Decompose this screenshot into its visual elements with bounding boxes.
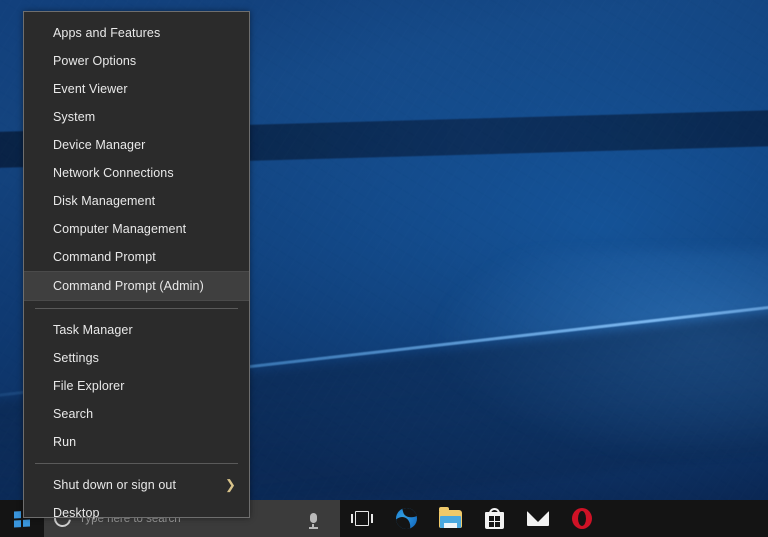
menu-item-label: Shut down or sign out <box>53 478 177 492</box>
menu-item-power-options[interactable]: Power Options <box>24 47 249 75</box>
menu-item-settings[interactable]: Settings <box>24 344 249 372</box>
menu-item-file-explorer[interactable]: File Explorer <box>24 372 249 400</box>
menu-item-network-connections[interactable]: Network Connections <box>24 159 249 187</box>
menu-item-device-manager[interactable]: Device Manager <box>24 131 249 159</box>
edge-button[interactable] <box>384 500 428 537</box>
menu-item-apps-and-features[interactable]: Apps and Features <box>24 19 249 47</box>
microphone-icon[interactable] <box>304 510 322 529</box>
menu-item-command-prompt-admin[interactable]: Command Prompt (Admin) <box>24 271 249 301</box>
menu-item-run[interactable]: Run <box>24 428 249 456</box>
file-explorer-button[interactable] <box>428 500 472 537</box>
menu-separator-1 <box>35 308 238 309</box>
menu-group-system: Apps and Features Power Options Event Vi… <box>24 19 249 301</box>
folder-icon <box>438 506 462 528</box>
menu-item-system[interactable]: System <box>24 103 249 131</box>
edge-icon <box>395 508 417 529</box>
opera-button[interactable] <box>560 500 604 537</box>
mail-envelope-icon <box>527 511 549 526</box>
menu-item-task-manager[interactable]: Task Manager <box>24 316 249 344</box>
menu-item-computer-management[interactable]: Computer Management <box>24 215 249 243</box>
winx-power-user-menu[interactable]: Apps and Features Power Options Event Vi… <box>23 11 250 520</box>
menu-item-desktop[interactable]: Desktop <box>24 499 249 527</box>
taskbar-icons <box>340 500 604 537</box>
chevron-right-icon: ❯ <box>225 477 236 492</box>
menu-separator-2 <box>35 463 238 464</box>
menu-group-tools: Task Manager Settings File Explorer Sear… <box>24 316 249 456</box>
task-view-icon <box>351 511 373 526</box>
menu-item-disk-management[interactable]: Disk Management <box>24 187 249 215</box>
menu-item-search[interactable]: Search <box>24 400 249 428</box>
store-bag-icon <box>484 508 504 529</box>
store-button[interactable] <box>472 500 516 537</box>
mail-button[interactable] <box>516 500 560 537</box>
menu-item-shut-down-or-sign-out[interactable]: Shut down or sign out ❯ <box>24 471 249 499</box>
task-view-button[interactable] <box>340 500 384 537</box>
screen: Apps and Features Power Options Event Vi… <box>0 0 768 537</box>
menu-item-event-viewer[interactable]: Event Viewer <box>24 75 249 103</box>
opera-icon <box>572 508 592 529</box>
menu-item-command-prompt[interactable]: Command Prompt <box>24 243 249 271</box>
menu-group-session: Shut down or sign out ❯ Desktop <box>24 471 249 527</box>
